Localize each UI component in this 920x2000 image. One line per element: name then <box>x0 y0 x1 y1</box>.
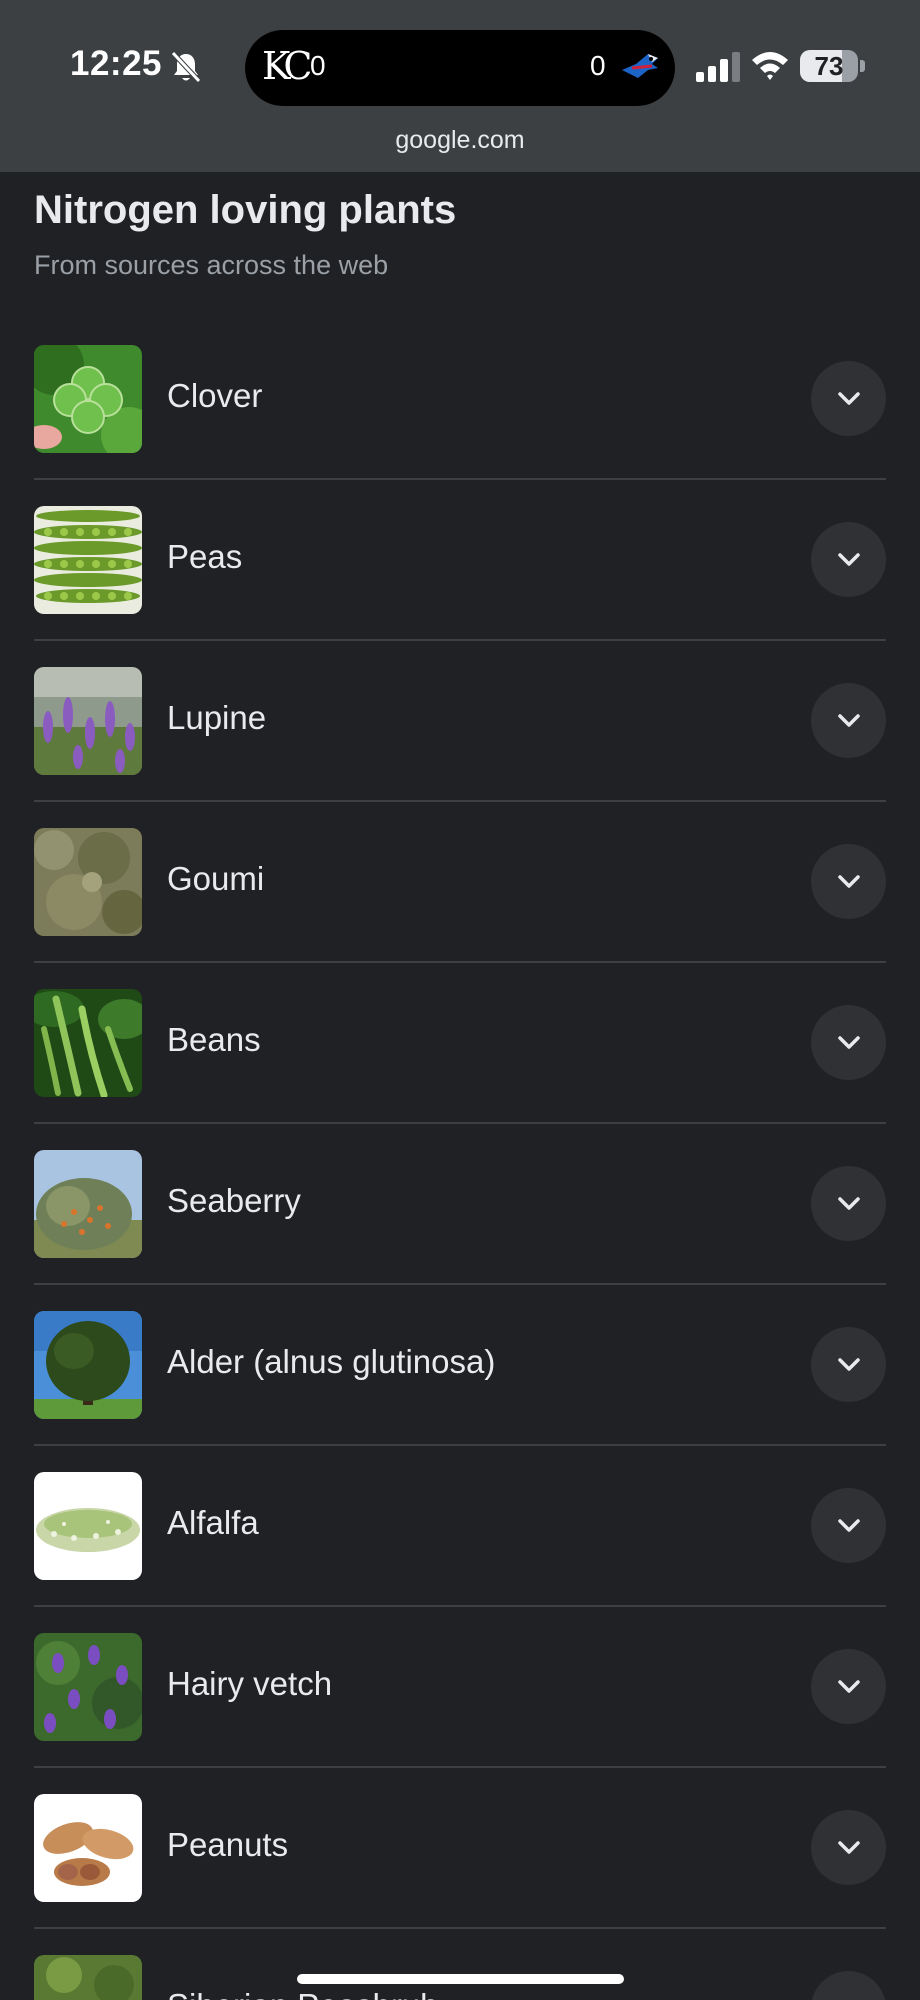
expand-button[interactable] <box>811 1005 886 1080</box>
chevron-down-icon <box>838 1197 860 1210</box>
goumi-thumbnail <box>34 828 142 936</box>
chevron-down-icon <box>838 1519 860 1532</box>
item-label: Seaberry <box>167 1182 301 1219</box>
list-item[interactable]: Peanuts <box>34 1768 886 1929</box>
list-item[interactable]: Lupine <box>34 641 886 802</box>
list-item[interactable]: Siberian Peashrub <box>34 1929 886 2000</box>
expand-button[interactable] <box>811 683 886 758</box>
list-item[interactable]: Beans <box>34 963 886 1124</box>
address-bar-url[interactable]: google.com <box>0 126 920 155</box>
chevron-down-icon <box>838 553 860 566</box>
list-item[interactable]: Peas <box>34 480 886 641</box>
clover-thumbnail <box>34 345 142 453</box>
cellular-signal-icon <box>694 52 740 82</box>
expand-button[interactable] <box>811 361 886 436</box>
expand-button[interactable] <box>811 1971 886 2000</box>
list-item[interactable]: Hairy vetch <box>34 1607 886 1768</box>
chevron-down-icon <box>838 714 860 727</box>
battery-percent: 73 <box>814 51 844 81</box>
list-item[interactable]: Goumi <box>34 802 886 963</box>
item-label: Clover <box>167 377 263 414</box>
item-label: Peanuts <box>167 1826 289 1863</box>
item-label: Alfalfa <box>167 1504 259 1541</box>
item-label: Beans <box>167 1021 261 1058</box>
expand-button[interactable] <box>811 1649 886 1724</box>
item-label: Hairy vetch <box>167 1665 333 1702</box>
item-label: Goumi <box>167 860 265 897</box>
status-bar: 12:25 KC 0 0 73 google.com <box>0 0 920 172</box>
list-item[interactable]: Alder (alnus glutinosa) <box>34 1285 886 1446</box>
item-label: Peas <box>167 538 243 575</box>
chevron-down-icon <box>838 392 860 405</box>
alfalfa-thumbnail <box>34 1472 142 1580</box>
hairy-vetch-thumbnail <box>34 1633 142 1741</box>
team-left-score: 0 <box>310 50 326 81</box>
chevron-down-icon <box>838 1841 860 1854</box>
beans-thumbnail <box>34 989 142 1097</box>
item-label: Alder (alnus glutinosa) <box>167 1343 496 1380</box>
status-time: 12:25 <box>70 44 163 83</box>
blue-jays-logo-icon <box>618 44 662 88</box>
expand-button[interactable] <box>811 1488 886 1563</box>
expand-button[interactable] <box>811 522 886 597</box>
kc-team-logo: KC <box>262 44 313 88</box>
chevron-down-icon <box>838 1358 860 1371</box>
list-item[interactable]: Clover <box>34 319 886 480</box>
expand-button[interactable] <box>811 1166 886 1241</box>
siberian-peashrub-thumbnail <box>34 1955 142 2000</box>
chevron-down-icon <box>838 875 860 888</box>
alder-thumbnail <box>34 1311 142 1419</box>
page-title: Nitrogen loving plants <box>34 188 457 232</box>
team-right-score: 0 <box>590 50 606 81</box>
chevron-down-icon <box>838 1036 860 1049</box>
chevron-down-icon <box>838 1680 860 1693</box>
peanuts-thumbnail <box>34 1794 142 1902</box>
peas-thumbnail <box>34 506 142 614</box>
home-indicator[interactable] <box>297 1974 624 1984</box>
page-subtitle: From sources across the web <box>34 250 389 280</box>
bell-muted-icon <box>170 50 202 84</box>
list-item[interactable]: Alfalfa <box>34 1446 886 1607</box>
item-label: Lupine <box>167 699 267 736</box>
list-item[interactable]: Seaberry <box>34 1124 886 1285</box>
expand-button[interactable] <box>811 844 886 919</box>
seaberry-thumbnail <box>34 1150 142 1258</box>
item-label: Siberian Peashrub <box>167 1987 439 2000</box>
expand-button[interactable] <box>811 1327 886 1402</box>
expand-button[interactable] <box>811 1810 886 1885</box>
battery-indicator: 73 <box>800 50 866 82</box>
lupine-thumbnail <box>34 667 142 775</box>
wifi-icon <box>750 48 790 82</box>
